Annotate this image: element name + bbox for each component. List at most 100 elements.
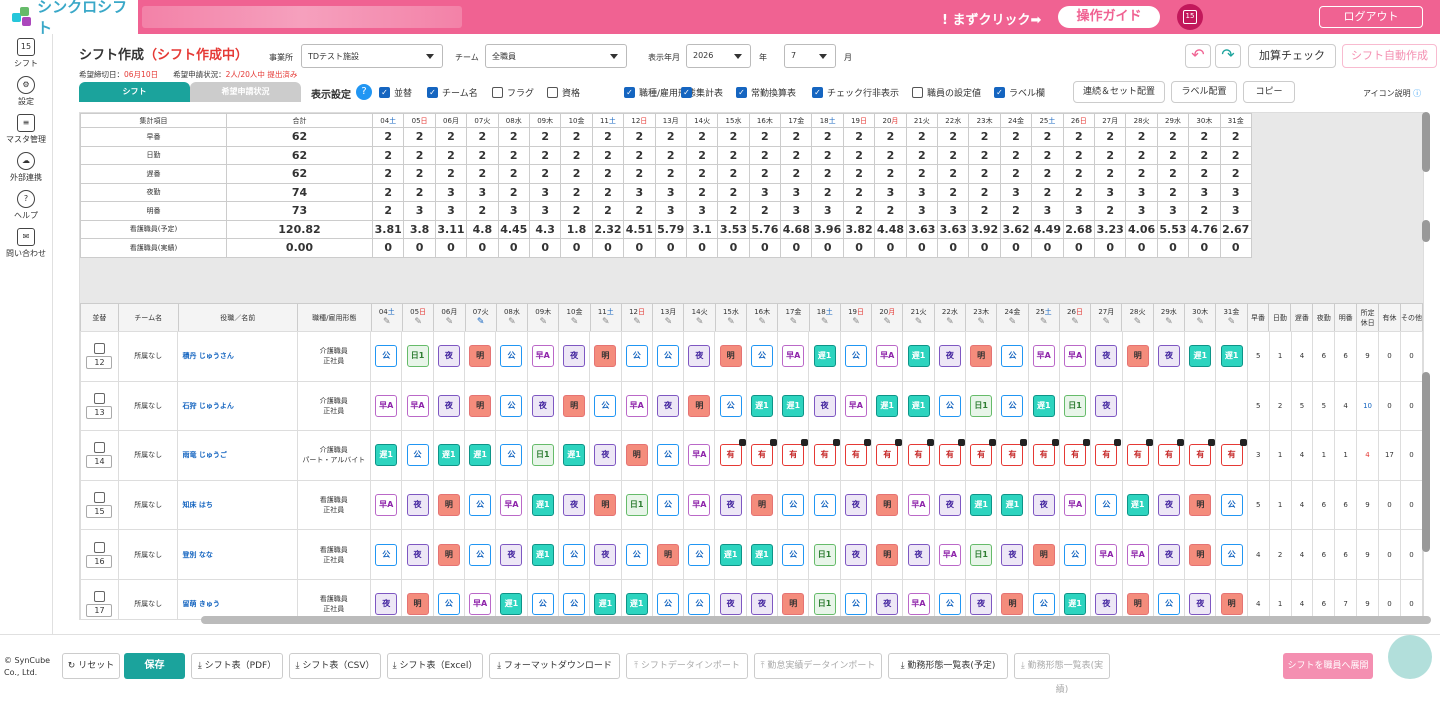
work-actual-button[interactable]: ⤓ 勤務形態一覧表(実績) bbox=[1014, 653, 1110, 695]
shift-badge[interactable]: 遅1 bbox=[531, 543, 554, 566]
shift-badge[interactable]: 夜 bbox=[1189, 593, 1212, 616]
shift-badge[interactable]: 遅1 bbox=[1032, 394, 1055, 417]
shift-badge[interactable]: 夜 bbox=[437, 394, 460, 417]
display-option-7[interactable]: ✓ チェック行非表示 bbox=[812, 86, 899, 99]
shift-badge[interactable]: 遅1 bbox=[1189, 345, 1212, 368]
day-edit-header[interactable]: 30木 ✎ bbox=[1183, 303, 1217, 332]
row-number[interactable]: 14 bbox=[86, 455, 113, 469]
shift-cell[interactable]: 明 bbox=[463, 331, 497, 382]
reset-button[interactable]: ↻ リセット bbox=[62, 653, 120, 679]
day-edit-header[interactable]: 11土 ✎ bbox=[589, 303, 622, 332]
shift-badge[interactable]: 夜 bbox=[938, 345, 961, 368]
shift-cell[interactable]: 夜 bbox=[432, 380, 465, 432]
shift-cell[interactable]: 夜 bbox=[933, 331, 966, 382]
shift-badge[interactable]: 夜 bbox=[813, 394, 836, 417]
sidebar-item-2[interactable]: ≡ マスタ管理 bbox=[0, 110, 52, 148]
shift-cell[interactable]: 日1 bbox=[808, 578, 841, 619]
pencil-icon[interactable]: ✎ bbox=[841, 317, 871, 327]
shift-badge[interactable]: 有 bbox=[1158, 439, 1185, 467]
shift-badge[interactable]: 公 bbox=[782, 494, 805, 517]
shift-badge[interactable]: 明 bbox=[437, 543, 460, 566]
year-select[interactable]: 2026 bbox=[686, 44, 751, 68]
shift-cell[interactable]: 早A bbox=[1027, 331, 1060, 382]
shift-cell[interactable]: 夜 bbox=[1184, 578, 1217, 619]
shift-badge[interactable]: 早A bbox=[1095, 543, 1118, 566]
shift-badge[interactable]: 夜 bbox=[938, 494, 961, 517]
shift-cell[interactable]: 遅1 bbox=[1215, 331, 1248, 382]
shift-badge[interactable]: 公 bbox=[844, 593, 867, 616]
shift-cell[interactable]: 公 bbox=[495, 331, 528, 382]
add-check-button[interactable]: 加算チェック bbox=[1248, 44, 1336, 68]
shift-badge[interactable]: 明 bbox=[1189, 494, 1212, 517]
shift-badge[interactable]: 遅1 bbox=[1220, 345, 1243, 368]
shift-cell[interactable]: 有 bbox=[1121, 430, 1154, 481]
shift-cell[interactable]: 夜 bbox=[1152, 529, 1186, 580]
shift-cell[interactable]: 公 bbox=[1215, 529, 1248, 580]
shift-cell[interactable]: 公 bbox=[620, 529, 653, 580]
shift-badge[interactable]: 公 bbox=[1001, 345, 1024, 368]
shift-cell[interactable]: 早A bbox=[1121, 529, 1154, 580]
shift-cell[interactable]: 遅1 bbox=[777, 380, 810, 432]
shift-badge[interactable]: 遅1 bbox=[563, 444, 586, 467]
shift-cell[interactable]: 公 bbox=[370, 331, 403, 382]
shift-cell[interactable]: 公 bbox=[1152, 578, 1186, 619]
shift-cell[interactable]: 有 bbox=[1090, 430, 1123, 481]
shift-badge[interactable]: 早A bbox=[1064, 345, 1087, 368]
day-edit-header[interactable]: 23木 ✎ bbox=[965, 303, 998, 332]
pencil-icon[interactable]: ✎ bbox=[1029, 317, 1059, 327]
checkbox[interactable]: ✓ bbox=[379, 87, 390, 98]
pencil-icon[interactable]: ✎ bbox=[810, 317, 840, 327]
shift-cell[interactable]: 夜 bbox=[589, 430, 622, 481]
shift-cell[interactable]: 有 bbox=[777, 430, 810, 481]
shift-badge[interactable]: 公 bbox=[375, 345, 398, 368]
mascot-icon[interactable] bbox=[1388, 635, 1432, 679]
app-logo[interactable]: シンクロシフト bbox=[0, 0, 138, 37]
shift-cell[interactable]: 明 bbox=[1121, 578, 1154, 619]
day-edit-header[interactable]: 04土 ✎ bbox=[370, 303, 403, 332]
row-checkbox[interactable] bbox=[93, 343, 105, 355]
shift-cell[interactable]: 公 bbox=[463, 479, 497, 531]
shift-cell[interactable]: 早A bbox=[1058, 331, 1092, 382]
day-edit-header[interactable]: 29水 ✎ bbox=[1152, 303, 1185, 332]
shift-badge[interactable]: 早A bbox=[469, 593, 492, 616]
shift-badge[interactable]: 夜 bbox=[844, 543, 867, 566]
shift-badge[interactable]: 遅1 bbox=[625, 593, 648, 616]
shift-cell[interactable]: 明 bbox=[745, 479, 779, 531]
shift-badge[interactable]: 遅1 bbox=[1064, 593, 1087, 616]
shift-cell[interactable]: 早A bbox=[495, 479, 528, 531]
shift-badge[interactable]: 遅1 bbox=[782, 394, 805, 417]
shift-badge[interactable]: 早A bbox=[688, 444, 711, 467]
horizontal-scrollbar[interactable] bbox=[201, 616, 1431, 624]
shift-badge[interactable]: 公 bbox=[1064, 543, 1087, 566]
shift-badge[interactable]: 夜 bbox=[1158, 543, 1181, 566]
shift-badge[interactable]: 明 bbox=[594, 494, 617, 517]
shift-cell[interactable]: 公 bbox=[557, 578, 591, 619]
checkbox[interactable] bbox=[912, 87, 923, 98]
help-icon[interactable]: ? bbox=[356, 84, 372, 100]
shift-cell[interactable]: 公 bbox=[557, 529, 591, 580]
shift-cell[interactable]: 夜 bbox=[432, 331, 465, 382]
shift-cell[interactable]: 有 bbox=[808, 430, 841, 481]
shift-badge[interactable]: 遅1 bbox=[1001, 494, 1024, 517]
pencil-icon[interactable]: ✎ bbox=[716, 317, 746, 327]
shift-cell[interactable]: 明 bbox=[1215, 578, 1248, 619]
shift-badge[interactable]: 公 bbox=[500, 345, 523, 368]
day-edit-header[interactable]: 17金 ✎ bbox=[777, 303, 810, 332]
shift-badge[interactable]: 公 bbox=[375, 543, 398, 566]
shift-cell[interactable]: 遅1 bbox=[557, 430, 591, 481]
copy-button[interactable]: コピー bbox=[1243, 81, 1295, 103]
vertical-scrollbar[interactable] bbox=[1422, 112, 1430, 172]
shift-cell[interactable]: 明 bbox=[620, 430, 653, 481]
shift-cell[interactable]: 早A bbox=[902, 578, 935, 619]
row-checkbox[interactable] bbox=[93, 541, 105, 553]
checkbox[interactable] bbox=[547, 87, 558, 98]
shift-badge[interactable]: 遅1 bbox=[469, 444, 492, 467]
vertical-scrollbar-small[interactable] bbox=[1422, 220, 1430, 242]
shift-cell[interactable]: 夜 bbox=[839, 479, 873, 531]
shift-badge[interactable]: 公 bbox=[594, 394, 617, 417]
shift-cell[interactable]: 公 bbox=[996, 331, 1029, 382]
display-option-3[interactable]: 資格 bbox=[547, 86, 580, 99]
shift-badge[interactable]: 公 bbox=[657, 444, 680, 467]
shift-badge[interactable]: 夜 bbox=[688, 345, 711, 368]
shift-badge[interactable]: 明 bbox=[970, 345, 993, 368]
